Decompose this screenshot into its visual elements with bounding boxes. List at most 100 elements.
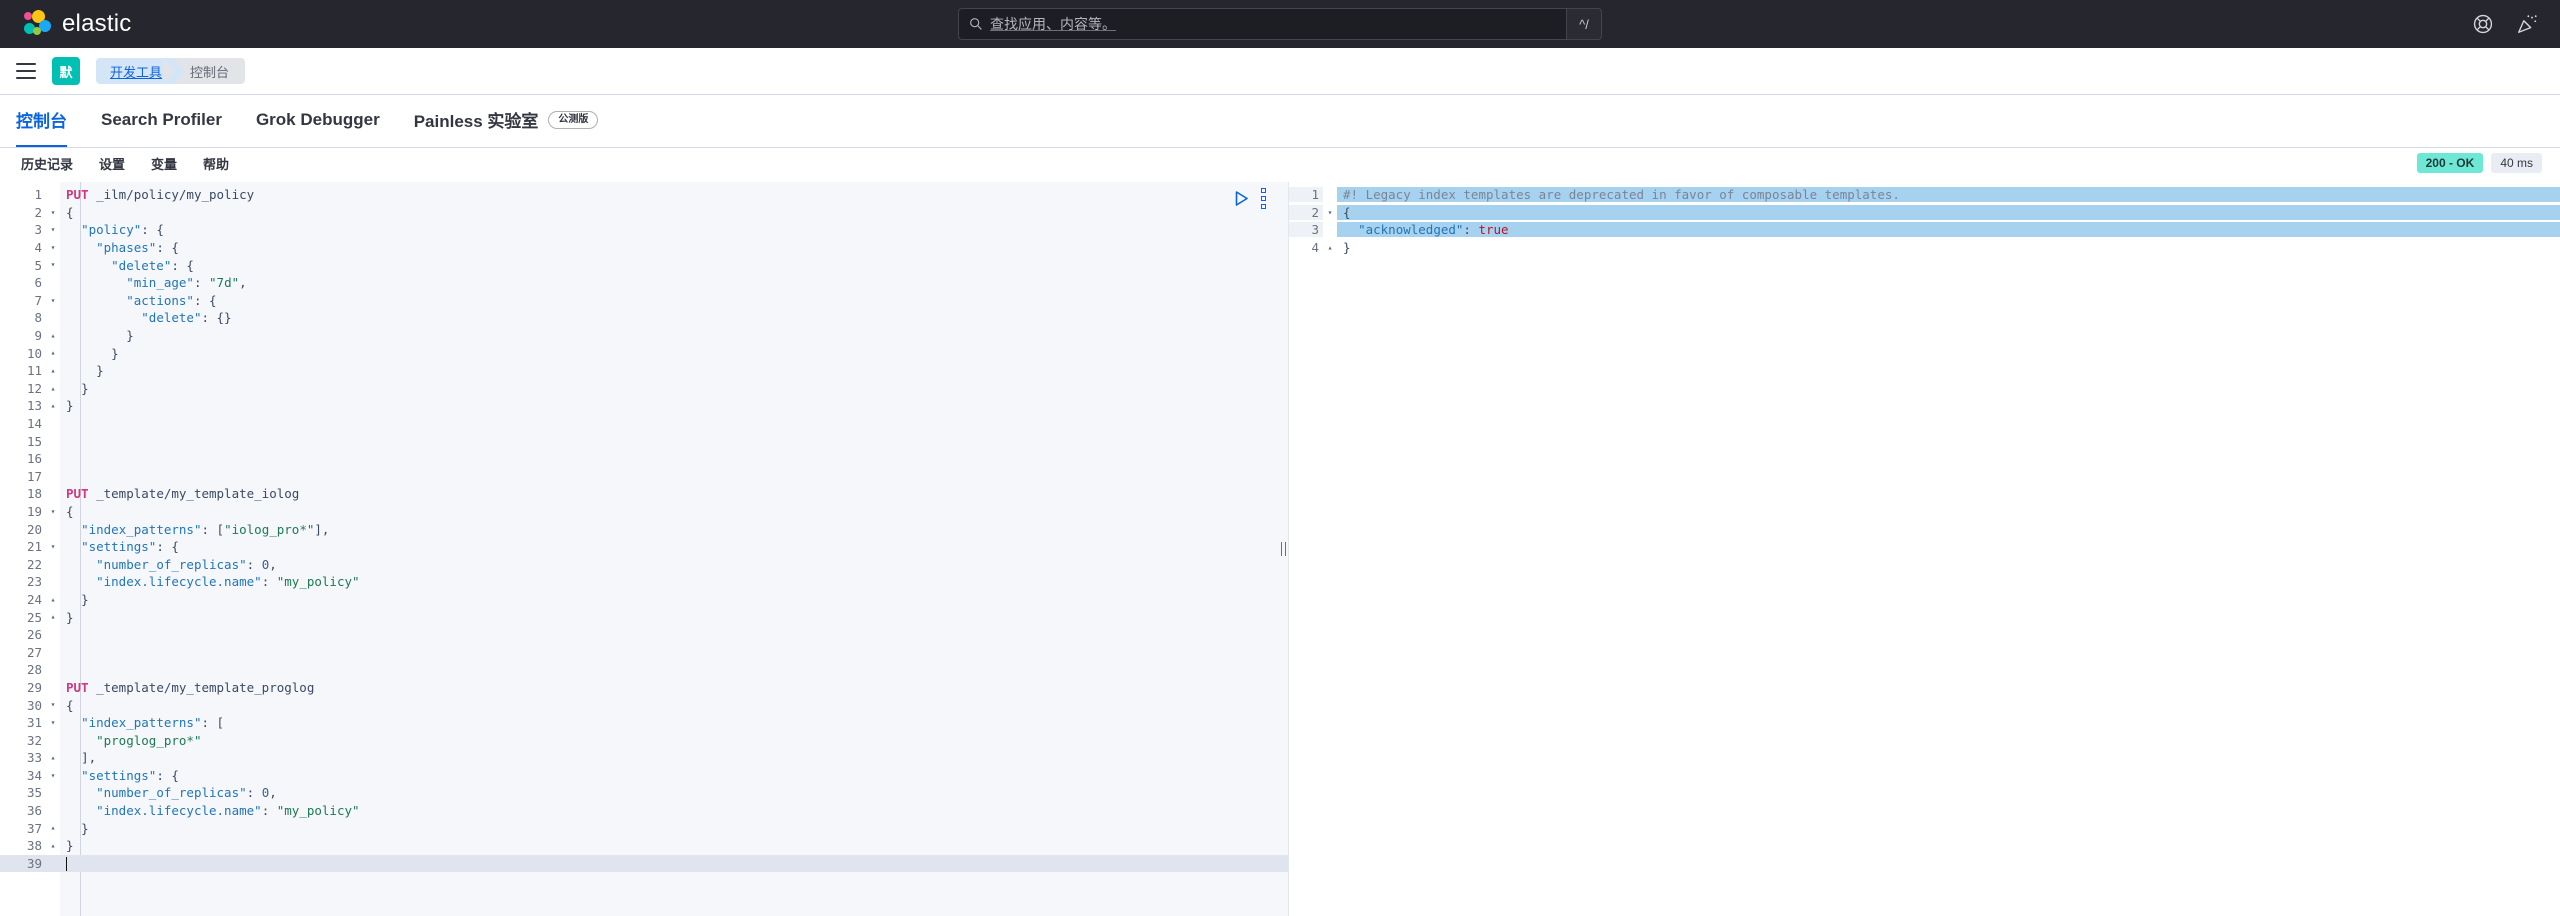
line-number: 39 (0, 855, 46, 871)
fold-toggle-icon[interactable]: ▾ (46, 767, 60, 785)
global-search[interactable]: 查找应用、内容等。 ^/ (958, 8, 1602, 40)
code-text: { (66, 503, 74, 519)
line-number: 31 (26, 715, 42, 731)
fold-toggle-icon[interactable]: ▾ (46, 256, 60, 274)
line-number: 8 (34, 310, 42, 326)
code-line: 22 "number_of_replicas": 0, (0, 555, 1288, 573)
code-text: } (1343, 240, 1351, 256)
code-line: 35 "number_of_replicas": 0, (0, 784, 1288, 802)
code-line: 29 PUT _template/my_template_proglog (0, 679, 1288, 697)
fold-toggle-icon[interactable]: ▴ (1323, 239, 1337, 257)
menu-item-variables[interactable]: 变量 (138, 148, 190, 182)
code-line: 24 ▴ } (0, 591, 1288, 609)
code-line: 4 ▾ "phases": { (0, 239, 1288, 257)
fold-toggle-icon[interactable]: ▾ (46, 714, 60, 732)
fold-toggle-icon[interactable]: ▴ (46, 327, 60, 345)
code-line: 3 "acknowledged": true (1289, 221, 2560, 239)
line-number: 10 (26, 345, 42, 361)
line-number: 26 (26, 627, 42, 643)
elastic-logo[interactable]: elastic (22, 9, 131, 39)
line-number: 33 (26, 750, 42, 766)
line-number: 21 (26, 539, 42, 555)
fold-toggle-icon[interactable]: ▴ (46, 380, 60, 398)
editor-action-buttons (1235, 186, 1268, 211)
code-line: 14 (0, 415, 1288, 433)
fold-toggle-icon[interactable]: ▾ (46, 204, 60, 222)
line-number: 34 (26, 767, 42, 783)
tab-console[interactable]: 控制台 (16, 96, 67, 147)
code-text: "acknowledged": true (1337, 222, 2560, 238)
code-text: { (66, 697, 74, 713)
code-text: PUT _template/my_template_proglog (66, 679, 315, 695)
line-number: 4 (1311, 240, 1319, 256)
code-text: } (96, 363, 104, 379)
line-number: 5 (34, 257, 42, 273)
fold-toggle-icon[interactable]: ▾ (46, 538, 60, 556)
code-text: "number_of_replicas": 0, (96, 556, 277, 572)
line-number: 25 (26, 609, 42, 625)
code-line: 3 ▾ "policy": { (0, 221, 1288, 239)
party-popper-icon[interactable] (2516, 13, 2538, 35)
fold-toggle-icon[interactable]: ▴ (46, 749, 60, 767)
code-text: "index.lifecycle.name": "my_policy" (96, 574, 360, 590)
line-number: 15 (26, 433, 42, 449)
code-line: 26 (0, 626, 1288, 644)
code-text: "policy": { (81, 222, 164, 238)
fold-toggle-icon[interactable]: ▴ (46, 397, 60, 415)
menu-item-history[interactable]: 历史记录 (8, 148, 86, 182)
request-editor-pane[interactable]: 1 PUT _ilm/policy/my_policy 2 ▾{3 ▾ "policy"… (0, 182, 1289, 916)
line-number: 37 (26, 820, 42, 836)
code-text: } (126, 328, 134, 344)
line-number: 29 (26, 679, 42, 695)
code-line: 5 ▾ "delete": { (0, 256, 1288, 274)
tab-grok-debugger[interactable]: Grok Debugger (256, 96, 380, 147)
play-send-request-icon[interactable] (1235, 191, 1249, 206)
code-line: 4 ▴} (1289, 239, 2560, 257)
response-output-pane[interactable]: 1 #! Legacy index templates are deprecate… (1289, 182, 2560, 916)
console-split-view: 1 PUT _ilm/policy/my_policy 2 ▾{3 ▾ "policy"… (0, 182, 2560, 916)
fold-toggle-icon[interactable]: ▴ (46, 837, 60, 855)
fold-toggle-icon[interactable]: ▾ (46, 503, 60, 521)
code-text: } (81, 820, 89, 836)
header-actions (2472, 13, 2538, 35)
pane-splitter-handle[interactable] (1278, 537, 1288, 561)
code-line: 9 ▴ } (0, 327, 1288, 345)
code-line: 2 ▾ { (0, 204, 1288, 222)
elastic-logo-icon (22, 9, 52, 39)
search-input[interactable]: 查找应用、内容等。 (958, 8, 1566, 40)
wrench-more-actions-icon[interactable] (1259, 186, 1268, 211)
tab-painless-lab[interactable]: Painless 实验室 公测版 (414, 96, 599, 147)
fold-toggle-icon[interactable]: ▾ (46, 292, 60, 310)
fold-toggle-icon[interactable]: ▴ (46, 344, 60, 362)
text-cursor (66, 856, 67, 871)
fold-toggle-icon[interactable]: ▾ (46, 239, 60, 257)
fold-toggle-icon[interactable]: ▾ (1323, 204, 1337, 222)
fold-toggle-icon[interactable]: ▴ (46, 819, 60, 837)
line-number: 35 (26, 785, 42, 801)
search-shortcut-badge[interactable]: ^/ (1566, 8, 1602, 40)
line-number: 6 (34, 275, 42, 291)
code-text: { (66, 204, 74, 220)
help-lifebuoy-icon[interactable] (2472, 13, 2494, 35)
line-number: 1 (1289, 187, 1323, 203)
code-line: 1 #! Legacy index templates are deprecate… (1289, 186, 2560, 204)
menu-item-help[interactable]: 帮助 (190, 148, 242, 182)
fold-toggle-icon[interactable]: ▴ (46, 608, 60, 626)
line-number: 3 (1289, 222, 1323, 238)
fold-toggle-icon[interactable]: ▴ (46, 362, 60, 380)
space-avatar[interactable]: 默 (52, 57, 80, 85)
fold-toggle-icon[interactable]: ▾ (46, 696, 60, 714)
code-line: 8 "delete": {} (0, 309, 1288, 327)
beta-badge: 公测版 (548, 110, 599, 129)
hamburger-menu-icon[interactable] (16, 63, 36, 79)
line-number: 22 (26, 556, 42, 572)
tab-search-profiler[interactable]: Search Profiler (101, 96, 222, 147)
fold-toggle-icon[interactable]: ▾ (46, 221, 60, 239)
fold-toggle-icon[interactable]: ▴ (46, 591, 60, 609)
request-editor[interactable]: 1 PUT _ilm/policy/my_policy 2 ▾{3 ▾ "policy"… (0, 182, 1288, 916)
menu-item-settings[interactable]: 设置 (86, 148, 138, 182)
breadcrumb-bar: 默 开发工具 控制台 (0, 48, 2560, 95)
code-line: 34 ▾ "settings": { (0, 767, 1288, 785)
devtools-tab-bar: 控制台 Search Profiler Grok Debugger Painle… (0, 95, 2560, 148)
code-line: 6 "min_age": "7d", (0, 274, 1288, 292)
